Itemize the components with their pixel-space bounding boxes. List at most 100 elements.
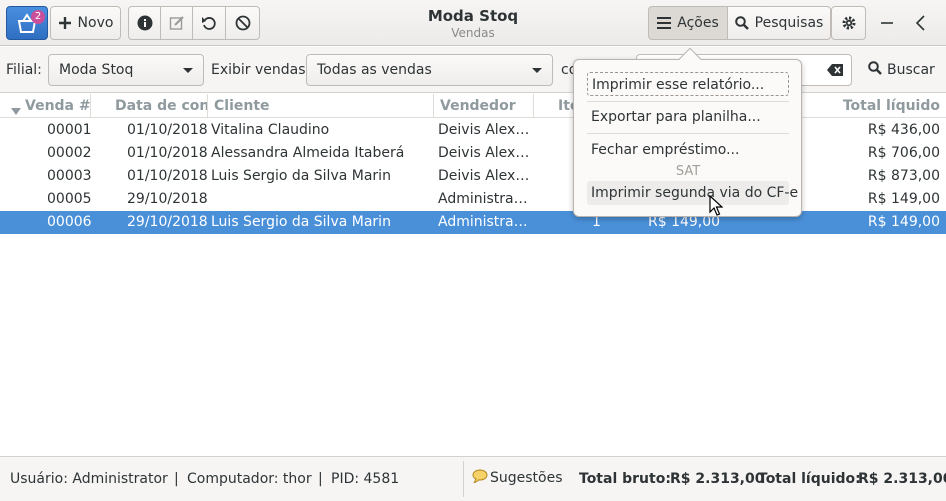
- branch-value: Moda Stoq: [59, 62, 134, 78]
- status-separator: |: [174, 471, 179, 487]
- new-button-label: Novo: [77, 15, 114, 31]
- chevron-left-icon: [910, 15, 932, 38]
- table-row[interactable]: 00002 01/10/2018 Alessandra Almeida Itab…: [0, 142, 946, 165]
- cell-net: R$ 149,00: [867, 191, 940, 207]
- cell-id: 00002: [47, 145, 92, 161]
- gross-total-label: Total bruto:: [579, 471, 671, 487]
- net-total-label: Total líquido:: [758, 471, 861, 487]
- back-button[interactable]: [910, 12, 932, 34]
- search-menu-button[interactable]: Pesquisas: [727, 6, 831, 40]
- menu-item-print-cfe-copy[interactable]: Imprimir segunda via do CF-e: [587, 181, 798, 205]
- show-sales-value: Todas as vendas: [317, 62, 432, 78]
- branch-combo[interactable]: Moda Stoq: [48, 54, 204, 86]
- cell-date: 29/10/2018: [127, 191, 208, 207]
- cell-date: 01/10/2018: [127, 122, 208, 138]
- actions-label: Ações: [677, 15, 719, 31]
- header-bar: 2 Novo Moda Stoq Vendas Ações Pesquisas: [0, 0, 946, 46]
- menu-section-sat: SAT: [675, 164, 701, 179]
- cell-net: R$ 706,00: [867, 145, 940, 161]
- column-header-items[interactable]: Ite: [533, 94, 573, 118]
- menu-divider: [587, 101, 789, 102]
- status-bar: Usuário: Administrator | Computador: tho…: [0, 456, 946, 501]
- sales-table: Venda # Data de conf Cliente Vendedor It…: [0, 94, 946, 456]
- table-row[interactable]: 00001 01/10/2018 Vitalina Claudino Deivi…: [0, 119, 946, 142]
- plus-icon: [58, 16, 72, 30]
- notification-badge: 2: [31, 10, 45, 24]
- cell-id: 00001: [47, 122, 92, 138]
- minimize-button[interactable]: [876, 12, 898, 34]
- actions-menu: Imprimir esse relatório... Exportar para…: [573, 47, 802, 217]
- cell-date: 29/10/2018: [127, 214, 208, 230]
- cancel-icon: [235, 15, 251, 31]
- details-button[interactable]: [128, 6, 161, 40]
- status-user: Usuário: Administrator: [10, 471, 168, 487]
- column-header-seller[interactable]: Vendedor: [433, 94, 533, 118]
- minimize-icon: [876, 22, 898, 38]
- status-separator: |: [318, 471, 323, 487]
- suggestions-button[interactable]: Sugestões: [472, 469, 563, 487]
- net-total-value: R$ 2.313,00: [858, 471, 946, 487]
- column-header-date[interactable]: Data de conf: [90, 94, 207, 118]
- column-header-client[interactable]: Cliente: [207, 94, 433, 118]
- table-row[interactable]: 00005 29/10/2018 Administra… R$ 149,00: [0, 188, 946, 211]
- actions-button[interactable]: Ações: [648, 6, 728, 40]
- menu-item-print-report[interactable]: Imprimir esse relatório...: [587, 72, 789, 96]
- table-header: Venda # Data de conf Cliente Vendedor It…: [0, 94, 946, 118]
- new-button[interactable]: Novo: [50, 6, 121, 40]
- search-icon: [734, 16, 749, 30]
- app-menu-button[interactable]: 2: [6, 6, 48, 40]
- branch-label: Filial:: [6, 62, 42, 78]
- cell-client: Vitalina Claudino: [211, 122, 330, 138]
- cell-net: R$ 436,00: [867, 122, 940, 138]
- status-pid: PID: 4581: [331, 471, 400, 487]
- show-sales-label: Exibir vendas: [211, 62, 306, 78]
- cell-net: R$ 873,00: [867, 168, 940, 184]
- search-button-label: Buscar: [887, 62, 935, 78]
- edit-icon: [169, 15, 185, 31]
- filter-bar: Filial: Moda Stoq Exibir vendas Todas as…: [0, 47, 946, 93]
- hamburger-icon: [657, 17, 672, 29]
- mouse-cursor-icon: [709, 194, 724, 221]
- cell-seller: Administra…: [438, 191, 528, 207]
- edit-button[interactable]: [160, 6, 193, 40]
- cell-id: 00006: [47, 214, 92, 230]
- cell-seller: Administra…: [438, 214, 528, 230]
- cell-client: Luis Sergio da Silva Marin: [211, 214, 391, 230]
- menu-item-export-spreadsheet[interactable]: Exportar para planilha...: [587, 105, 789, 129]
- menu-item-close-loan[interactable]: Fechar empréstimo...: [587, 138, 789, 162]
- app-title: Moda Stoq: [427, 7, 519, 25]
- cell-id: 00005: [47, 191, 92, 207]
- search-button[interactable]: Buscar: [862, 54, 940, 86]
- menu-divider: [587, 133, 789, 134]
- undo-button[interactable]: [192, 6, 226, 40]
- app-subtitle: Vendas: [451, 26, 495, 40]
- chevron-down-icon: [532, 68, 542, 73]
- cell-net: R$ 149,00: [867, 214, 940, 230]
- show-sales-combo[interactable]: Todas as vendas: [306, 54, 553, 86]
- suggestions-label: Sugestões: [490, 470, 563, 486]
- column-header-net[interactable]: Total líquido: [800, 94, 940, 118]
- settings-button[interactable]: [831, 6, 866, 40]
- cell-date: 01/10/2018: [127, 145, 208, 161]
- column-header-id[interactable]: Venda #: [19, 94, 90, 118]
- cell-seller: Deivis Alex…: [438, 122, 530, 138]
- status-divider: [463, 461, 464, 497]
- gear-icon: [841, 15, 857, 31]
- search-menu-label: Pesquisas: [754, 15, 824, 31]
- table-row[interactable]: 00003 01/10/2018 Luis Sergio da Silva Ma…: [0, 165, 946, 188]
- speech-bubble-icon: [472, 469, 488, 487]
- table-row-selected[interactable]: 00006 29/10/2018 Luis Sergio da Silva Ma…: [0, 211, 946, 234]
- status-computer: Computador: thor: [187, 471, 312, 487]
- gross-total-value: R$ 2.313,00: [670, 471, 765, 487]
- chevron-down-icon: [183, 68, 193, 73]
- window-title: Moda Stoq Vendas: [373, 7, 573, 40]
- clear-icon[interactable]: [827, 64, 843, 80]
- cancel-button[interactable]: [225, 6, 260, 40]
- cell-seller: Deivis Alex…: [438, 168, 530, 184]
- cell-id: 00003: [47, 168, 92, 184]
- search-icon: [868, 61, 882, 79]
- cell-seller: Deivis Alex…: [438, 145, 530, 161]
- cell-date: 01/10/2018: [127, 168, 208, 184]
- info-icon: [137, 15, 153, 31]
- cell-client: Alessandra Almeida Itaberá: [211, 145, 405, 161]
